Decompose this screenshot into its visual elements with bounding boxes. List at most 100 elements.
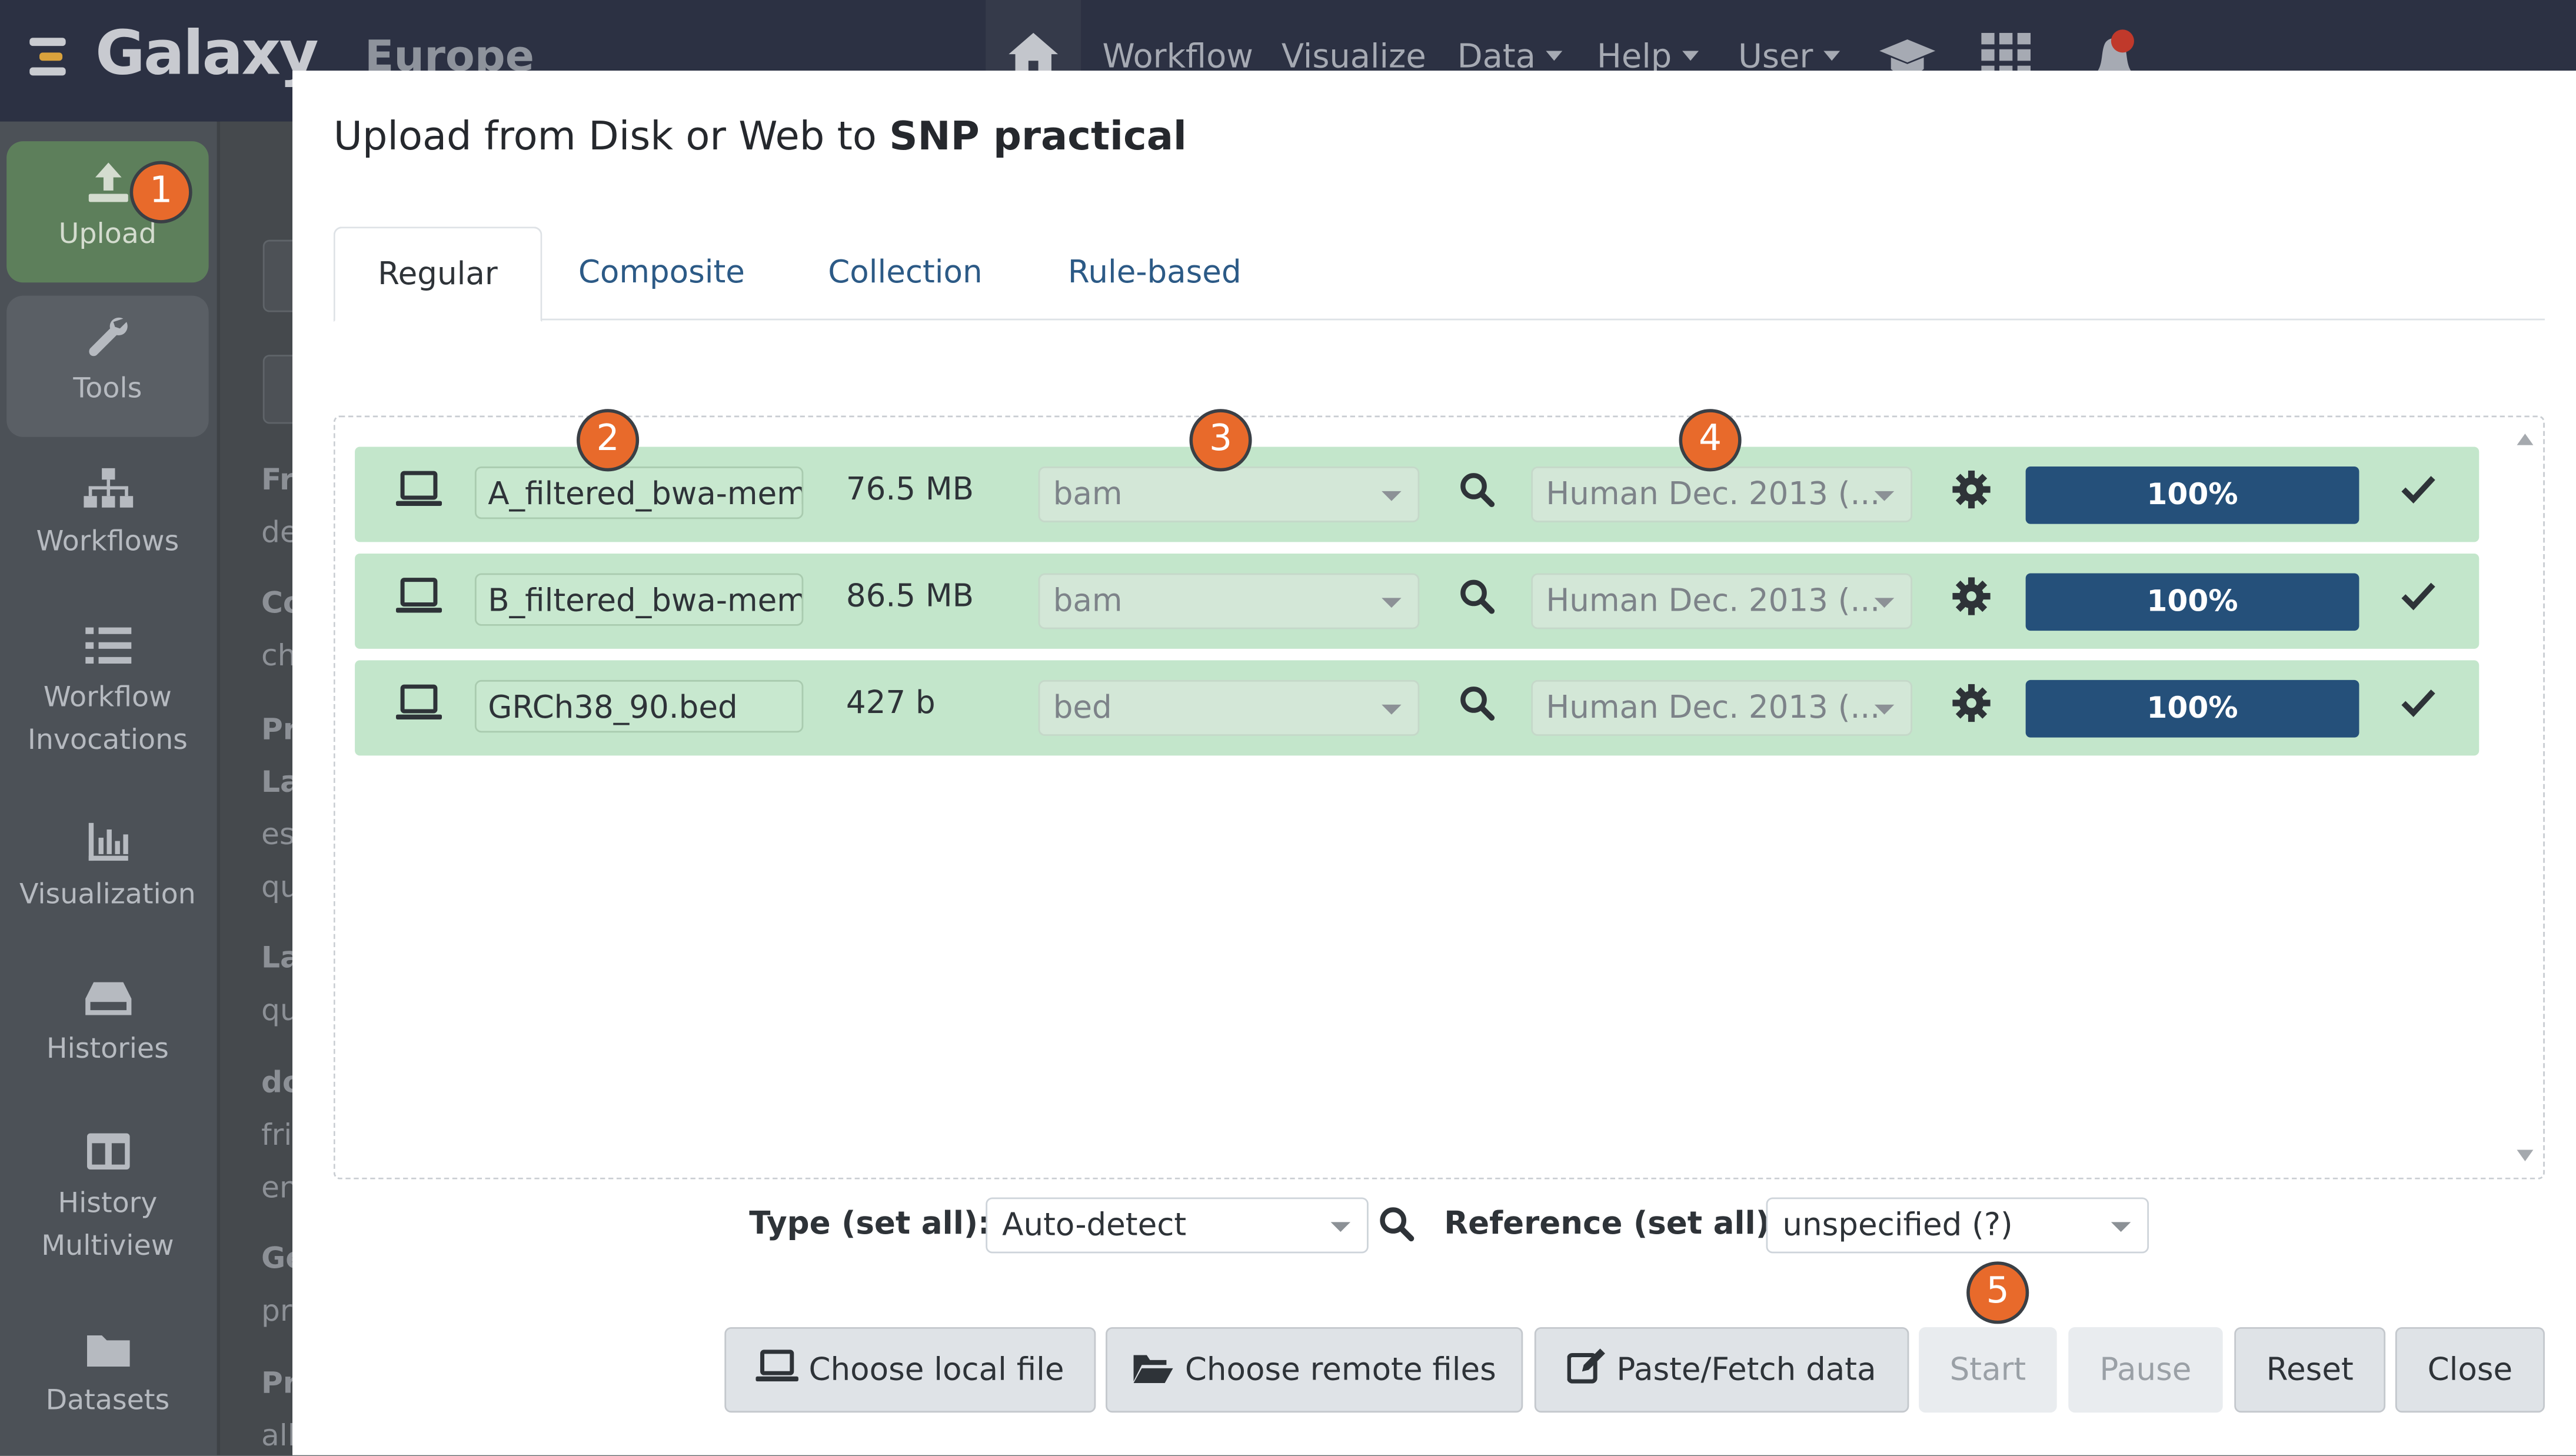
sidebar-item-label: Workflow Invocations [27, 681, 188, 758]
caret-down-icon [1382, 598, 1402, 608]
sidebar-item-histories[interactable]: Histories [6, 976, 208, 1071]
reference-set-all-select[interactable]: unspecified (?) [1766, 1197, 2149, 1254]
laptop-icon [395, 684, 442, 719]
brand-title[interactable]: Galaxy [95, 18, 319, 89]
bar-chart-icon [88, 822, 128, 861]
nav-user[interactable]: User [1738, 36, 1840, 75]
file-name-input[interactable]: A_filtered_bwa-mem [474, 466, 804, 519]
file-size: 86.5 MB [846, 578, 974, 615]
upload-icon [88, 162, 128, 202]
nav-help[interactable]: Help [1597, 36, 1698, 75]
file-type-select[interactable]: bed [1038, 679, 1420, 736]
wrench-icon [88, 317, 127, 356]
search-icon[interactable] [1379, 1205, 1415, 1242]
upload-progress-bar: 100% [2025, 573, 2359, 631]
tabs-divider [333, 318, 2545, 321]
caret-down-icon [1682, 51, 1698, 61]
caret-down-icon [1874, 704, 1895, 715]
panel-text-fragment: es [261, 818, 295, 853]
check-icon [2401, 689, 2435, 717]
gear-icon[interactable] [1952, 684, 1991, 723]
sidebar-item-visualization[interactable]: Visualization [6, 821, 208, 917]
start-button[interactable]: Start [1919, 1327, 2057, 1413]
panel-text-fragment: all [261, 1419, 296, 1454]
choose-local-file-button[interactable]: Choose local file [724, 1327, 1096, 1413]
sidebar-item-workflow-invocations[interactable]: Workflow Invocations [6, 624, 208, 762]
panel-text-fragment: Fr [261, 463, 294, 498]
sidebar-item-label: Upload [58, 218, 157, 252]
dialog-title-history-name: SNP practical [889, 113, 1187, 159]
upload-dialog: Upload from Disk or Web to SNP practical… [292, 71, 2576, 1455]
dialog-title: Upload from Disk or Web to SNP practical [334, 114, 1187, 159]
annotation-badge: 5 [1966, 1261, 2029, 1324]
sidebar-item-datasets[interactable]: Datasets [6, 1331, 208, 1422]
search-icon[interactable] [1459, 685, 1495, 721]
file-type-select[interactable]: bam [1038, 466, 1420, 522]
panel-text-fragment: ch [261, 639, 297, 674]
upload-row: A_filtered_bwa-mem 76.5 MB bam Human Dec… [355, 447, 2480, 542]
reference-genome-select[interactable]: Human Dec. 2013 (... [1531, 573, 1913, 629]
caret-down-icon [1874, 491, 1895, 501]
reset-button[interactable]: Reset [2234, 1327, 2386, 1413]
sidebar-item-label: Tools [73, 372, 142, 406]
scroll-down-icon[interactable] [2517, 1150, 2534, 1162]
tab-rule-based[interactable]: Rule-based [1025, 226, 1284, 318]
file-size: 427 b [846, 685, 936, 721]
sidebar-item-label: History Multiview [41, 1187, 174, 1264]
paste-fetch-data-button[interactable]: Paste/Fetch data [1534, 1327, 1909, 1413]
laptop-icon [395, 578, 442, 613]
sitemap-icon [83, 468, 132, 508]
sidebar-item-history-multiview[interactable]: History Multiview [6, 1130, 208, 1268]
sidebar-item-label: Histories [46, 1033, 169, 1067]
sidebar-item-workflows[interactable]: Workflows [6, 468, 208, 564]
choose-remote-files-button[interactable]: Choose remote files [1106, 1327, 1523, 1413]
check-icon [2401, 582, 2435, 611]
notification-bell-icon[interactable] [2090, 26, 2139, 76]
close-button[interactable]: Close [2395, 1327, 2545, 1413]
list-icon [84, 627, 131, 664]
nav-visualize[interactable]: Visualize [1282, 36, 1426, 75]
reference-genome-select[interactable]: Human Dec. 2013 (... [1531, 466, 1913, 522]
search-icon[interactable] [1459, 471, 1495, 508]
sidebar-item-label: Visualization [19, 878, 196, 912]
caret-down-icon [1382, 491, 1402, 501]
annotation-badge: 1 [129, 161, 192, 224]
panel-text-fragment: fri [261, 1118, 292, 1154]
upload-progress-bar: 100% [2025, 679, 2359, 738]
sidebar-item-label: Datasets [45, 1384, 170, 1418]
caret-down-icon [2111, 1222, 2131, 1232]
reference-genome-select[interactable]: Human Dec. 2013 (... [1531, 679, 1913, 736]
file-type-select[interactable]: bam [1038, 573, 1420, 629]
tab-composite[interactable]: Composite [535, 226, 787, 318]
search-icon[interactable] [1459, 578, 1495, 614]
caret-down-icon [1545, 51, 1562, 61]
annotation-badge: 2 [577, 409, 640, 472]
type-set-all-label: Type (set all): [749, 1205, 991, 1242]
tab-regular[interactable]: Regular [333, 226, 543, 322]
caret-down-icon [1874, 598, 1895, 608]
hdd-icon [84, 982, 131, 1015]
annotation-badge: 3 [1189, 409, 1252, 472]
folder-open-icon [1134, 1355, 1174, 1383]
type-set-all-select[interactable]: Auto-detect [986, 1197, 1369, 1254]
sidebar-item-tools[interactable]: Tools [6, 295, 209, 437]
scroll-up-icon[interactable] [2517, 434, 2534, 445]
caret-down-icon [1382, 704, 1402, 715]
gear-icon[interactable] [1952, 577, 1991, 616]
nav-data[interactable]: Data [1457, 36, 1562, 75]
edit-icon [1566, 1348, 1605, 1384]
laptop-icon [756, 1350, 799, 1382]
check-icon [2401, 476, 2435, 504]
galaxy-logo-icon[interactable] [29, 33, 72, 82]
file-name-input[interactable]: B_filtered_bwa-mem [474, 573, 804, 626]
file-name-input[interactable]: GRCh38_90.bed [474, 679, 804, 733]
upload-row: GRCh38_90.bed 427 b bed Human Dec. 2013 … [355, 660, 2480, 756]
annotation-badge: 4 [1679, 409, 1742, 472]
tab-collection[interactable]: Collection [786, 226, 1026, 318]
upload-progress-bar: 100% [2025, 466, 2359, 524]
laptop-icon [395, 471, 442, 506]
nav-workflow[interactable]: Workflow [1102, 36, 1253, 75]
reference-set-all-label: Reference (set all): [1444, 1205, 1783, 1242]
pause-button[interactable]: Pause [2068, 1327, 2223, 1413]
gear-icon[interactable] [1952, 470, 1991, 509]
